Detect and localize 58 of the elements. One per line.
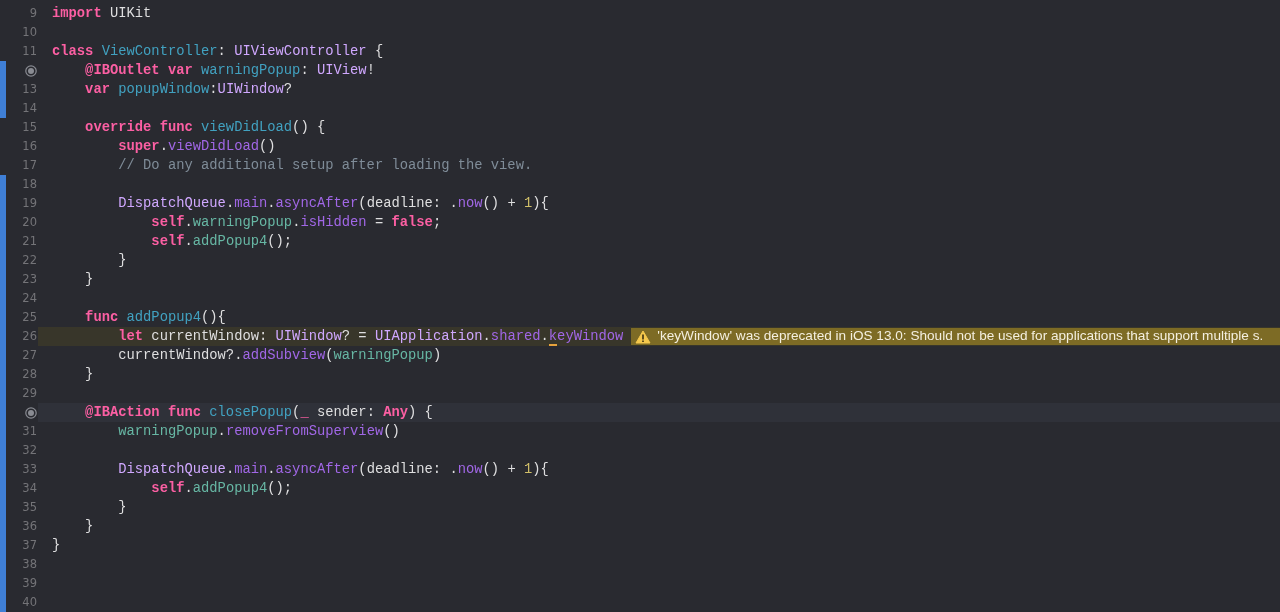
code-line: self.addPopup4(); [150, 480, 293, 498]
line-number: 35 [22, 498, 37, 516]
line-number: 28 [22, 365, 37, 383]
line-number: 22 [22, 251, 37, 269]
code-line: } [117, 252, 127, 270]
line-number: 33 [22, 460, 37, 478]
line-number: 24 [22, 289, 37, 307]
code-line: import UIKit [52, 5, 152, 23]
line-number: 16 [22, 137, 37, 155]
line-number: 17 [22, 156, 37, 174]
line-number: 23 [22, 270, 37, 288]
line-number: 14 [22, 99, 37, 117]
warning-icon [635, 329, 652, 344]
line-number: 15 [22, 118, 37, 136]
line-number: 36 [22, 517, 37, 535]
line-number: 39 [22, 574, 37, 592]
code-line: } [84, 366, 94, 384]
code-line: } [52, 537, 61, 555]
code-line: self.addPopup4(); [150, 233, 293, 251]
line-number: 19 [22, 194, 37, 212]
code-line: @IBOutlet var warningPopup: UIView! [84, 62, 375, 80]
line-number: 38 [22, 555, 37, 573]
code-line: let currentWindow: UIWindow? = UIApplication.shared.keyWindow [117, 328, 624, 346]
code-line: } [117, 499, 127, 517]
line-number: 27 [22, 346, 37, 364]
code-line: super.viewDidLoad() [117, 138, 276, 156]
line-number: 32 [22, 441, 37, 459]
code-line: var popupWindow:UIWindow? [84, 81, 293, 99]
warning-text: 'keyWindow' was deprecated in iOS 13.0: Should not be used for applications that support multiple s. [657, 327, 1264, 346]
line-number: 37 [22, 536, 37, 554]
code-line: override func viewDidLoad() { [84, 119, 326, 137]
line-number: 40 [22, 593, 37, 611]
code-line: currentWindow?.addSubview(warningPopup) [117, 347, 442, 365]
line-number: 20 [22, 213, 37, 231]
code-line: DispatchQueue.main.asyncAfter(deadline: .now() + 1){ [117, 461, 549, 479]
line-number: 29 [22, 384, 37, 402]
code-line: // Do any additional setup after loading the view. [117, 157, 533, 175]
code-line: class ViewController: UIViewController { [52, 43, 384, 61]
line-number: 10 [22, 23, 37, 41]
code-line: func addPopup4(){ [84, 309, 226, 327]
outlet-connection-icon[interactable] [25, 64, 37, 77]
line-number: 9 [29, 4, 37, 22]
line-number: 26 [22, 327, 37, 345]
code-line: DispatchQueue.main.asyncAfter(deadline: .now() + 1){ [117, 195, 549, 213]
line-number: 18 [22, 175, 37, 193]
line-number: 34 [22, 479, 37, 497]
line-number: 13 [22, 80, 37, 98]
line-number: 11 [22, 42, 37, 60]
code-line: } [84, 271, 94, 289]
line-number: 25 [22, 308, 37, 326]
warning-message[interactable]: 'keyWindow' was deprecated in iOS 13.0: Should not be used for applications that support multiple s. [631, 328, 1280, 345]
code-line: } [84, 518, 94, 536]
line-number: 31 [22, 422, 37, 440]
code-line: self.warningPopup.isHidden = false; [150, 214, 442, 232]
line-number: 21 [22, 232, 37, 250]
code-line: warningPopup.removeFromSuperview() [117, 423, 400, 441]
outlet-connection-icon[interactable] [25, 406, 37, 419]
code-line: @IBAction func closePopup(_ sender: Any) { [84, 404, 433, 422]
